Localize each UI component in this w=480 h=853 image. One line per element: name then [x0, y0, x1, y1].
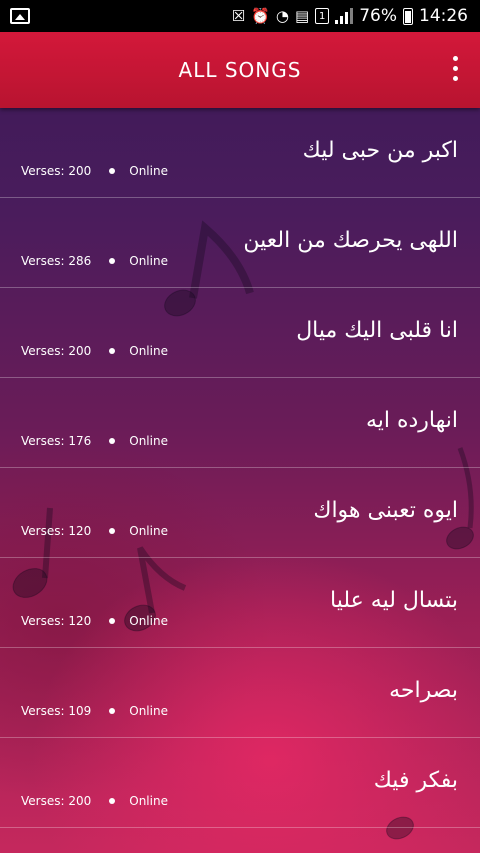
song-title: بتسال ليه عليا	[330, 588, 458, 613]
online-status: Online	[129, 344, 168, 358]
verses-count: Verses: 200	[21, 164, 92, 178]
song-title: اللهى يحرصك من العين	[243, 228, 458, 253]
separator-dot-icon	[109, 708, 116, 714]
status-bar: ☒ ⏰ ◔ ▤ 1 76% 14:26	[0, 0, 480, 32]
alarm-icon: ⏰	[251, 6, 270, 25]
vpn-key-icon: ☒	[231, 6, 246, 25]
clock: 14:26	[419, 6, 468, 26]
song-row[interactable]: انا قلبى اليك ميال Verses: 200 Online	[0, 288, 480, 378]
song-row[interactable]: ايوه تعبنى هواك Verses: 120 Online	[0, 468, 480, 558]
separator-dot-icon	[109, 258, 116, 264]
cell-signal-icon	[335, 8, 354, 24]
song-title: انا قلبى اليك ميال	[296, 318, 458, 343]
song-row[interactable]: بفكر فيك Verses: 200 Online	[0, 738, 480, 828]
separator-dot-icon	[109, 528, 116, 534]
online-status: Online	[129, 794, 168, 808]
song-row[interactable]: بتسال ليه عليا Verses: 120 Online	[0, 558, 480, 648]
online-status: Online	[129, 524, 168, 538]
online-status: Online	[129, 614, 168, 628]
signal-box-icon: ▤	[295, 6, 310, 25]
song-title: انهارده ايه	[365, 408, 458, 433]
separator-dot-icon	[109, 798, 116, 804]
song-title: بصراحه	[389, 678, 458, 703]
app-bar: ALL SONGS	[0, 32, 480, 108]
song-title: اكبر من حبى ليك	[302, 138, 458, 163]
separator-dot-icon	[109, 168, 116, 174]
online-status: Online	[129, 434, 168, 448]
song-row[interactable]: بصراحه Verses: 109 Online	[0, 648, 480, 738]
battery-icon	[403, 7, 413, 25]
gallery-notification-icon	[10, 8, 30, 24]
verses-count: Verses: 200	[21, 344, 92, 358]
song-title: بفكر فيك	[373, 768, 458, 793]
verses-count: Verses: 120	[21, 614, 92, 628]
online-status: Online	[129, 254, 168, 268]
song-row[interactable]: اكبر من حبى ليك Verses: 200 Online	[0, 108, 480, 198]
song-row[interactable]: انهارده ايه Verses: 176 Online	[0, 378, 480, 468]
wifi-icon: ◔	[275, 6, 290, 25]
verses-count: Verses: 120	[21, 524, 92, 538]
verses-count: Verses: 286	[21, 254, 92, 268]
separator-dot-icon	[109, 438, 116, 444]
verses-count: Verses: 176	[21, 434, 92, 448]
song-title: ايوه تعبنى هواك	[313, 498, 458, 523]
separator-dot-icon	[109, 348, 116, 354]
sim-badge: 1	[315, 8, 330, 24]
battery-percent: 76%	[359, 6, 397, 26]
verses-count: Verses: 109	[21, 704, 92, 718]
song-list: اكبر من حبى ليك Verses: 200 Online اللهى…	[0, 108, 480, 828]
verses-count: Verses: 200	[21, 794, 92, 808]
online-status: Online	[129, 164, 168, 178]
more-vert-icon[interactable]	[453, 56, 458, 81]
song-row[interactable]: اللهى يحرصك من العين Verses: 286 Online	[0, 198, 480, 288]
page-title: ALL SONGS	[178, 58, 302, 82]
separator-dot-icon	[109, 618, 116, 624]
online-status: Online	[129, 704, 168, 718]
